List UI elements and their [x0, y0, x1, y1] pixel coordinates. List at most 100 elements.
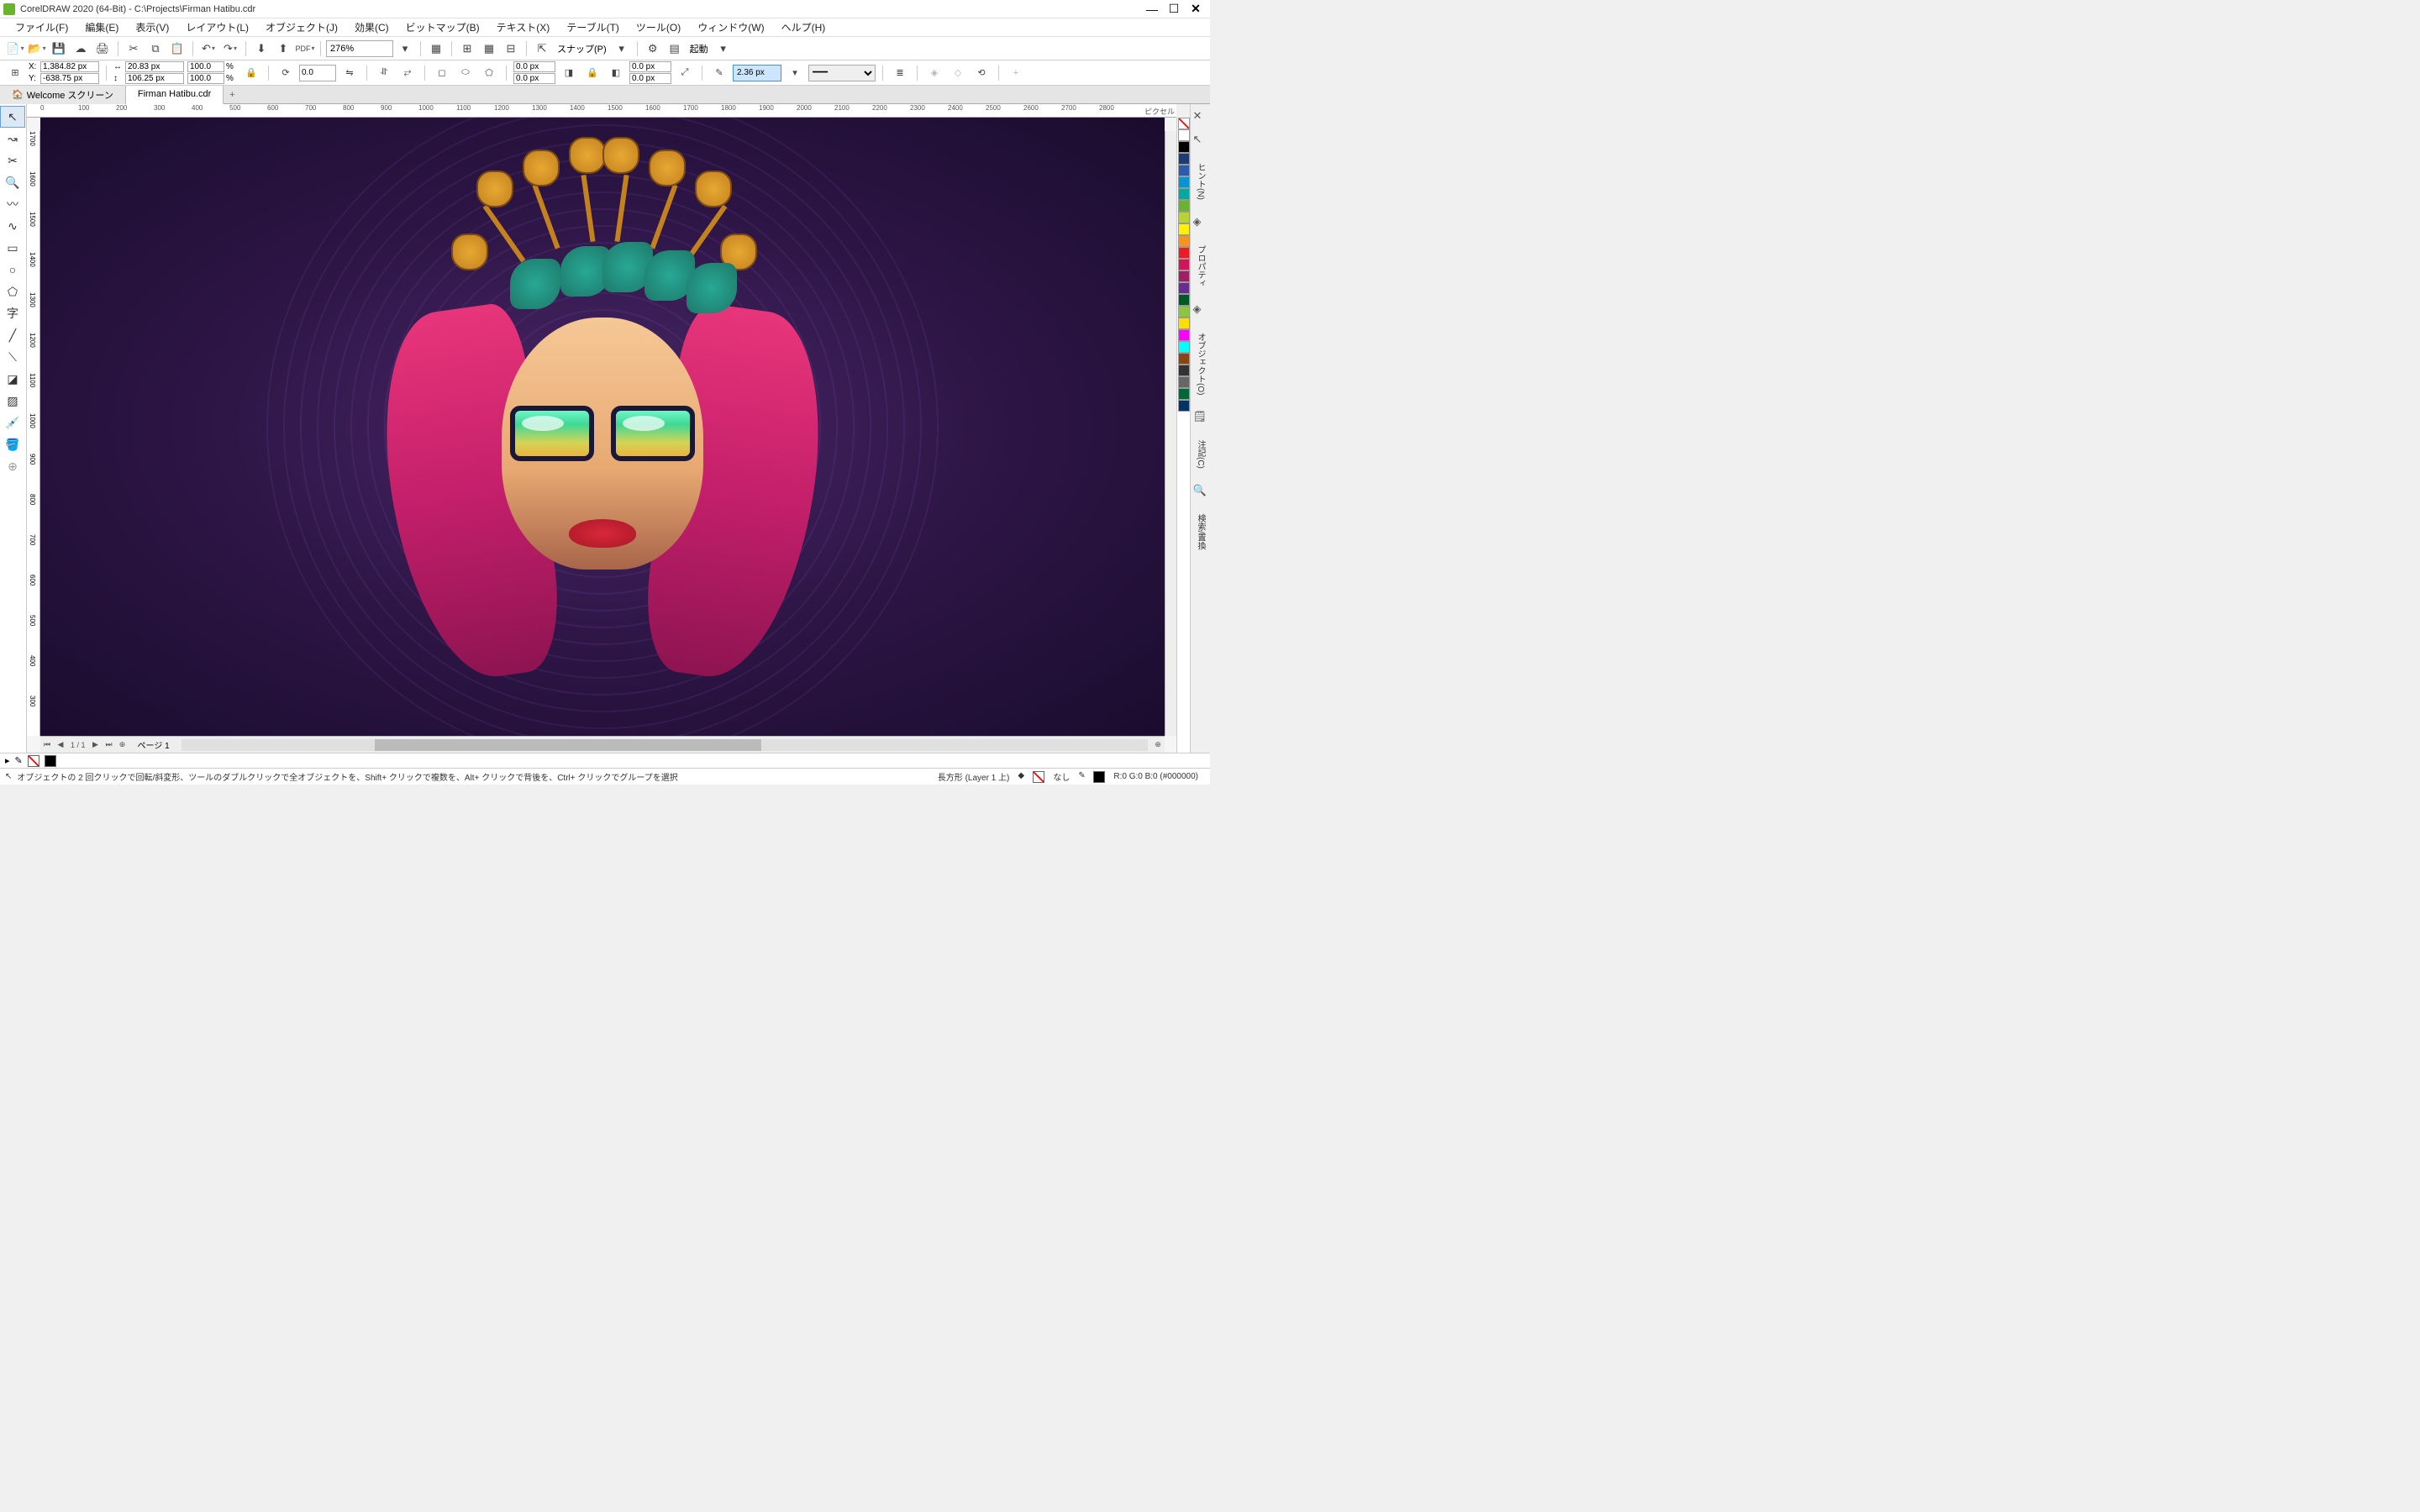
- corner-chamfer-button[interactable]: ⬠: [479, 63, 499, 83]
- save-button[interactable]: 💾: [49, 39, 69, 59]
- artistic-tool[interactable]: ∿: [0, 215, 25, 237]
- launch-icon[interactable]: ▤: [665, 39, 685, 59]
- search-icon[interactable]: 🔍: [1193, 484, 1208, 499]
- last-page-button[interactable]: ⏭: [103, 738, 116, 752]
- text-tool[interactable]: 字: [0, 302, 25, 324]
- copy-button[interactable]: ⧉: [145, 39, 166, 59]
- color-swatch[interactable]: [1178, 400, 1190, 412]
- layers-icon[interactable]: ◈: [1193, 302, 1208, 318]
- height-input[interactable]: [125, 73, 184, 84]
- menu-window[interactable]: ウィンドウ(W): [689, 20, 772, 34]
- color-swatch[interactable]: [1178, 294, 1190, 306]
- docker-properties[interactable]: プロパティ: [1192, 239, 1208, 294]
- close-button[interactable]: ✕: [1185, 2, 1207, 17]
- width-input[interactable]: [125, 61, 184, 72]
- color-swatch[interactable]: [1178, 153, 1190, 165]
- menu-table[interactable]: テーブル(T): [558, 20, 628, 34]
- import-button[interactable]: ⬇: [251, 39, 271, 59]
- rotation-input[interactable]: [299, 65, 336, 81]
- docker-objects[interactable]: オブジェクト(O): [1192, 326, 1208, 402]
- docker-notes[interactable]: 注記(C): [1192, 433, 1208, 475]
- lock-ratio-button[interactable]: 🔒: [241, 63, 261, 83]
- pdf-button[interactable]: PDF: [295, 39, 315, 59]
- tab-welcome[interactable]: 🏠Welcome スクリーン: [0, 86, 126, 104]
- print-button[interactable]: 🖨: [92, 39, 113, 59]
- menu-effect[interactable]: 効果(C): [346, 20, 397, 34]
- new-tab-button[interactable]: +: [224, 90, 240, 100]
- color-swatch[interactable]: [1178, 141, 1190, 153]
- menu-tool[interactable]: ツール(O): [628, 20, 689, 34]
- convert-curves-button[interactable]: ⟲: [971, 63, 992, 83]
- zoom-input[interactable]: [326, 40, 393, 57]
- color-swatch[interactable]: [1178, 388, 1190, 400]
- horizontal-scrollbar[interactable]: [182, 739, 1148, 751]
- vertical-scrollbar[interactable]: [1165, 131, 1176, 736]
- docker-find[interactable]: 検索/置換: [1192, 507, 1208, 557]
- zoom-dropdown[interactable]: ▾: [395, 39, 415, 59]
- cut-button[interactable]: ✂: [124, 39, 144, 59]
- outline-color-swatch[interactable]: [1093, 771, 1105, 783]
- launch-dropdown[interactable]: ▾: [713, 39, 734, 59]
- line-style-dropdown[interactable]: ━━━: [808, 65, 876, 81]
- pick-tool[interactable]: ↖: [0, 106, 25, 128]
- close-docker-icon[interactable]: ✕: [1193, 109, 1208, 124]
- color-swatch[interactable]: [1178, 165, 1190, 176]
- expand-icon[interactable]: ▸: [5, 755, 10, 766]
- corner-br-input[interactable]: [629, 73, 671, 84]
- color-swatch[interactable]: [1178, 282, 1190, 294]
- color-swatch[interactable]: [1178, 212, 1190, 223]
- connector-tool[interactable]: ⟍: [0, 346, 25, 368]
- corner-lock-button[interactable]: 🔒: [582, 63, 602, 83]
- first-page-button[interactable]: ⏮: [40, 738, 54, 752]
- no-color-swatch[interactable]: [1178, 118, 1190, 129]
- redo-button[interactable]: ↷: [220, 39, 240, 59]
- x-input[interactable]: [40, 61, 99, 72]
- add-button[interactable]: +: [1006, 63, 1026, 83]
- y-input[interactable]: [40, 73, 99, 84]
- corner-tr-input[interactable]: [629, 61, 671, 72]
- shape-tool[interactable]: ↝: [0, 128, 25, 150]
- outline-width-input[interactable]: [733, 65, 781, 81]
- pen-icon[interactable]: ✎: [15, 755, 23, 766]
- docker-hints[interactable]: ヒント(N): [1192, 156, 1208, 207]
- wrap-text-button[interactable]: ≣: [890, 63, 910, 83]
- mirror-v-button[interactable]: ⥯: [374, 63, 394, 83]
- color-swatch[interactable]: [1178, 200, 1190, 212]
- color-swatch[interactable]: [1178, 353, 1190, 365]
- cursor-icon[interactable]: ↖: [1193, 133, 1208, 148]
- fill-tool[interactable]: 🪣: [0, 433, 25, 455]
- color-swatch[interactable]: [1178, 376, 1190, 388]
- color-swatch[interactable]: [1178, 129, 1190, 141]
- zoom-tool[interactable]: 🔍: [0, 171, 25, 193]
- menu-file[interactable]: ファイル(F): [7, 20, 76, 34]
- add-page-button[interactable]: ⊕: [116, 738, 129, 752]
- diamond-icon[interactable]: ◈: [1193, 215, 1208, 230]
- color-swatch[interactable]: [1178, 329, 1190, 341]
- launch-label[interactable]: 起動: [687, 42, 712, 55]
- prev-page-button[interactable]: ◀: [54, 738, 67, 752]
- order-back-button[interactable]: ◇: [948, 63, 968, 83]
- menu-layout[interactable]: レイアウト(L): [177, 20, 257, 34]
- horizontal-ruler[interactable]: ピクセル 01002003004005006007008009001000110…: [27, 104, 1176, 118]
- menu-edit[interactable]: 編集(E): [76, 20, 127, 34]
- guidelines-button[interactable]: ⊟: [501, 39, 521, 59]
- parallel-dim-tool[interactable]: ╱: [0, 324, 25, 346]
- scale-x-input[interactable]: [187, 61, 224, 72]
- order-front-button[interactable]: ◈: [924, 63, 944, 83]
- scale-y-input[interactable]: [187, 73, 224, 84]
- polygon-tool[interactable]: ⬠: [0, 281, 25, 302]
- color-swatch[interactable]: [1178, 235, 1190, 247]
- menu-text[interactable]: テキスト(X): [488, 20, 559, 34]
- corner-bl-input[interactable]: [513, 73, 555, 84]
- options-button[interactable]: ⚙: [643, 39, 663, 59]
- color-swatch[interactable]: [1178, 247, 1190, 259]
- snap-dropdown[interactable]: ▾: [612, 39, 632, 59]
- more-tools[interactable]: ⊕: [0, 455, 25, 477]
- mirror-h-button[interactable]: ⇋: [339, 63, 360, 83]
- flip-button[interactable]: ⥂: [397, 63, 418, 83]
- paste-button[interactable]: 📋: [167, 39, 187, 59]
- undo-button[interactable]: ↶: [198, 39, 218, 59]
- next-page-button[interactable]: ▶: [89, 738, 103, 752]
- color-swatch[interactable]: [1178, 318, 1190, 329]
- rulers-button[interactable]: ⊞: [457, 39, 477, 59]
